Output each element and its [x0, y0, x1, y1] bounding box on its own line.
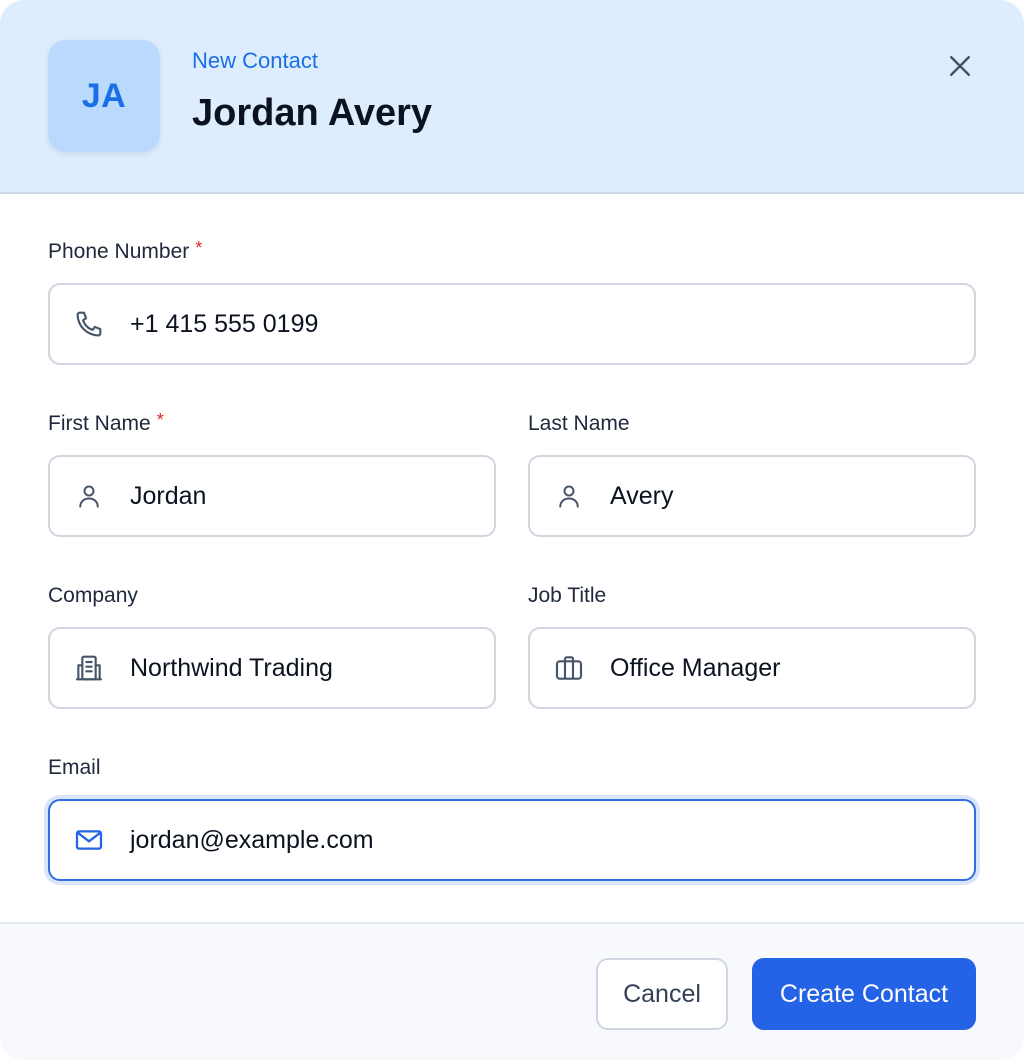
job-title-field[interactable]: Office Manager [528, 627, 976, 709]
company-label-text: Company [48, 584, 138, 607]
required-marker: * [195, 238, 203, 258]
email-label: Email [48, 756, 101, 780]
mail-icon [72, 823, 106, 857]
first-name-field[interactable]: Jordan [48, 455, 496, 537]
dialog-header: JA New Contact Jordan Avery [0, 0, 1024, 194]
first-name-label-text: First Name [48, 412, 151, 435]
job-title-label-text: Job Title [528, 584, 607, 607]
close-button[interactable] [932, 38, 988, 94]
last-name-field[interactable]: Avery [528, 455, 976, 537]
phone-input[interactable]: +1 415 555 0199 [130, 310, 318, 339]
first-name-label: First Name * [48, 410, 164, 436]
dialog-title: Jordan Avery [192, 92, 433, 134]
phone-label: Phone Number * [48, 238, 203, 264]
phone-field[interactable]: +1 415 555 0199 [48, 283, 976, 365]
last-name-label: Last Name [528, 412, 630, 436]
first-name-input[interactable]: Jordan [130, 482, 206, 511]
building-icon [72, 651, 106, 685]
user-icon [552, 479, 586, 513]
job-title-input[interactable]: Office Manager [610, 654, 780, 683]
dialog-footer: Cancel Create Contact [0, 922, 1024, 1060]
email-input[interactable]: jordan@example.com [130, 826, 374, 855]
close-icon [950, 56, 970, 76]
last-name-label-text: Last Name [528, 412, 630, 435]
create-contact-button[interactable]: Create Contact [752, 958, 976, 1030]
phone-icon [72, 307, 106, 341]
avatar: JA [48, 40, 160, 152]
avatar-initials: JA [81, 76, 127, 115]
email-label-text: Email [48, 756, 101, 779]
phone-label-text: Phone Number [48, 240, 190, 263]
dialog-eyebrow: New Contact [192, 48, 318, 73]
briefcase-icon [552, 651, 586, 685]
job-title-label: Job Title [528, 584, 606, 608]
company-field[interactable]: Northwind Trading [48, 627, 496, 709]
cancel-button[interactable]: Cancel [596, 958, 728, 1030]
company-label: Company [48, 584, 138, 608]
last-name-input[interactable]: Avery [610, 482, 673, 511]
company-input[interactable]: Northwind Trading [130, 654, 333, 683]
user-icon [72, 479, 106, 513]
email-field[interactable]: jordan@example.com [48, 799, 976, 881]
new-contact-dialog: JA New Contact Jordan Avery Phone Number… [0, 0, 1024, 1060]
required-marker: * [156, 410, 164, 430]
